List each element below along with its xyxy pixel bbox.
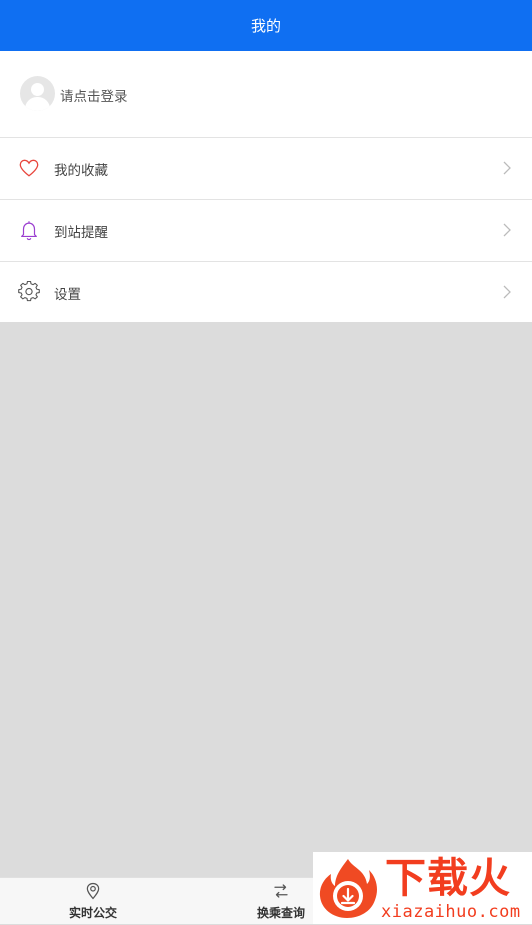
login-row[interactable]: 请点击登录: [0, 51, 532, 138]
page-header: 我的: [0, 0, 532, 51]
menu-item-arrival-reminder[interactable]: 到站提醒: [0, 200, 532, 262]
avatar[interactable]: [20, 76, 55, 111]
tab-realtime-bus[interactable]: 实时公交: [48, 878, 138, 925]
chevron-right-icon: [503, 161, 511, 175]
watermark-url: xiazaihuo.com: [381, 902, 521, 922]
location-pin-icon: [86, 882, 100, 900]
tab-label: 实时公交: [68, 906, 117, 920]
watermark-title: 下载火: [385, 854, 511, 902]
flame-logo-icon: [319, 859, 377, 918]
profile-panel: 请点击登录 我的收藏 到站提醒 设置: [0, 51, 532, 322]
menu-item-label: 设置: [54, 287, 81, 303]
heart-icon: [19, 159, 39, 177]
chevron-right-icon: [503, 223, 511, 237]
menu-item-settings[interactable]: 设置: [0, 262, 532, 324]
bell-icon: [21, 221, 37, 241]
gear-icon: [18, 281, 40, 302]
watermark: 下载火 xiazaihuo.com: [313, 852, 532, 924]
menu-item-favorites[interactable]: 我的收藏: [0, 138, 532, 200]
chevron-right-icon: [503, 285, 511, 299]
transfer-icon: [274, 884, 288, 898]
login-prompt[interactable]: 请点击登录: [60, 85, 128, 105]
page-title: 我的: [250, 17, 281, 35]
menu-item-label: 到站提醒: [54, 225, 108, 241]
menu-item-label: 我的收藏: [54, 163, 108, 179]
